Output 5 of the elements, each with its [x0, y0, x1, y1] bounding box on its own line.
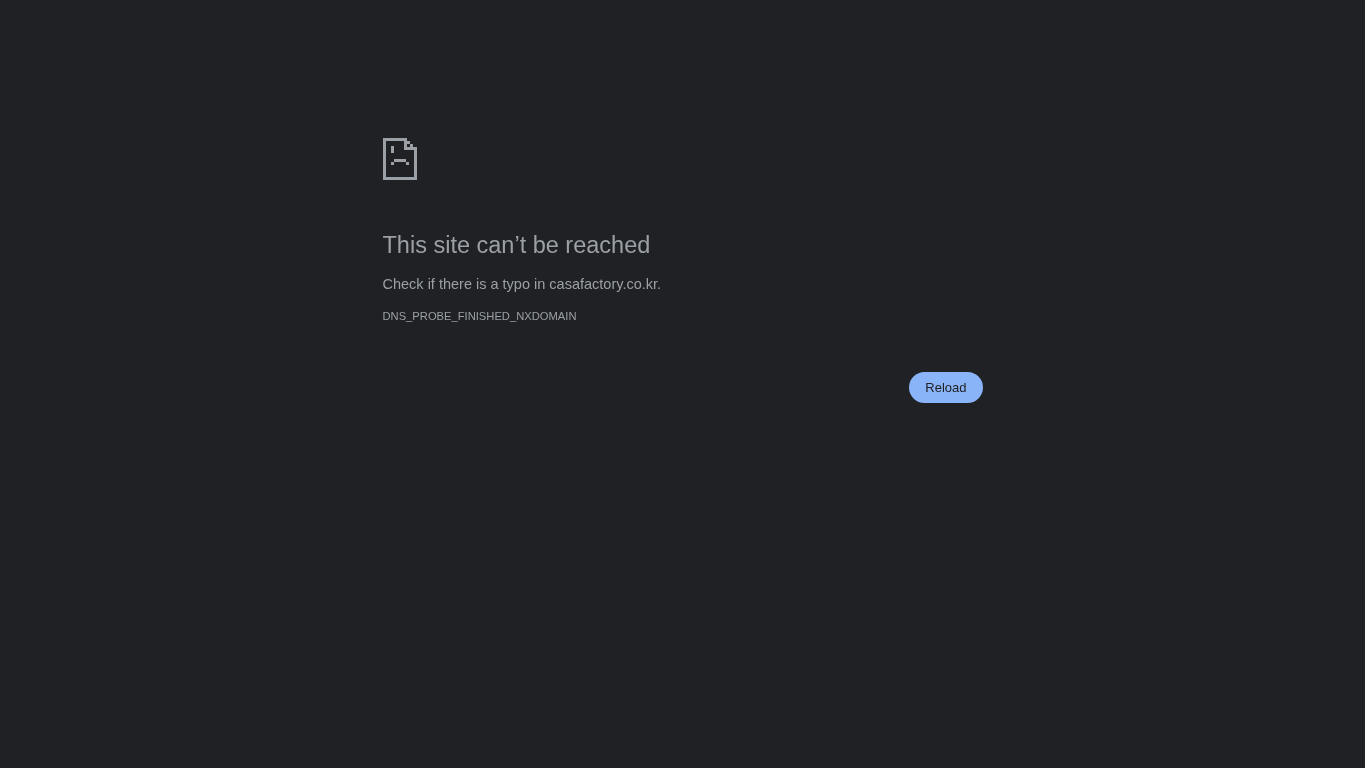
- reload-button[interactable]: Reload: [909, 372, 983, 403]
- error-heading: This site can’t be reached: [382, 231, 652, 259]
- sad-page-icon: [382, 138, 417, 180]
- error-code: DNS_PROBE_FINISHED_NXDOMAIN: [382, 309, 578, 324]
- error-message: Check if there is a typo in casafactory.co.kr.: [382, 275, 663, 294]
